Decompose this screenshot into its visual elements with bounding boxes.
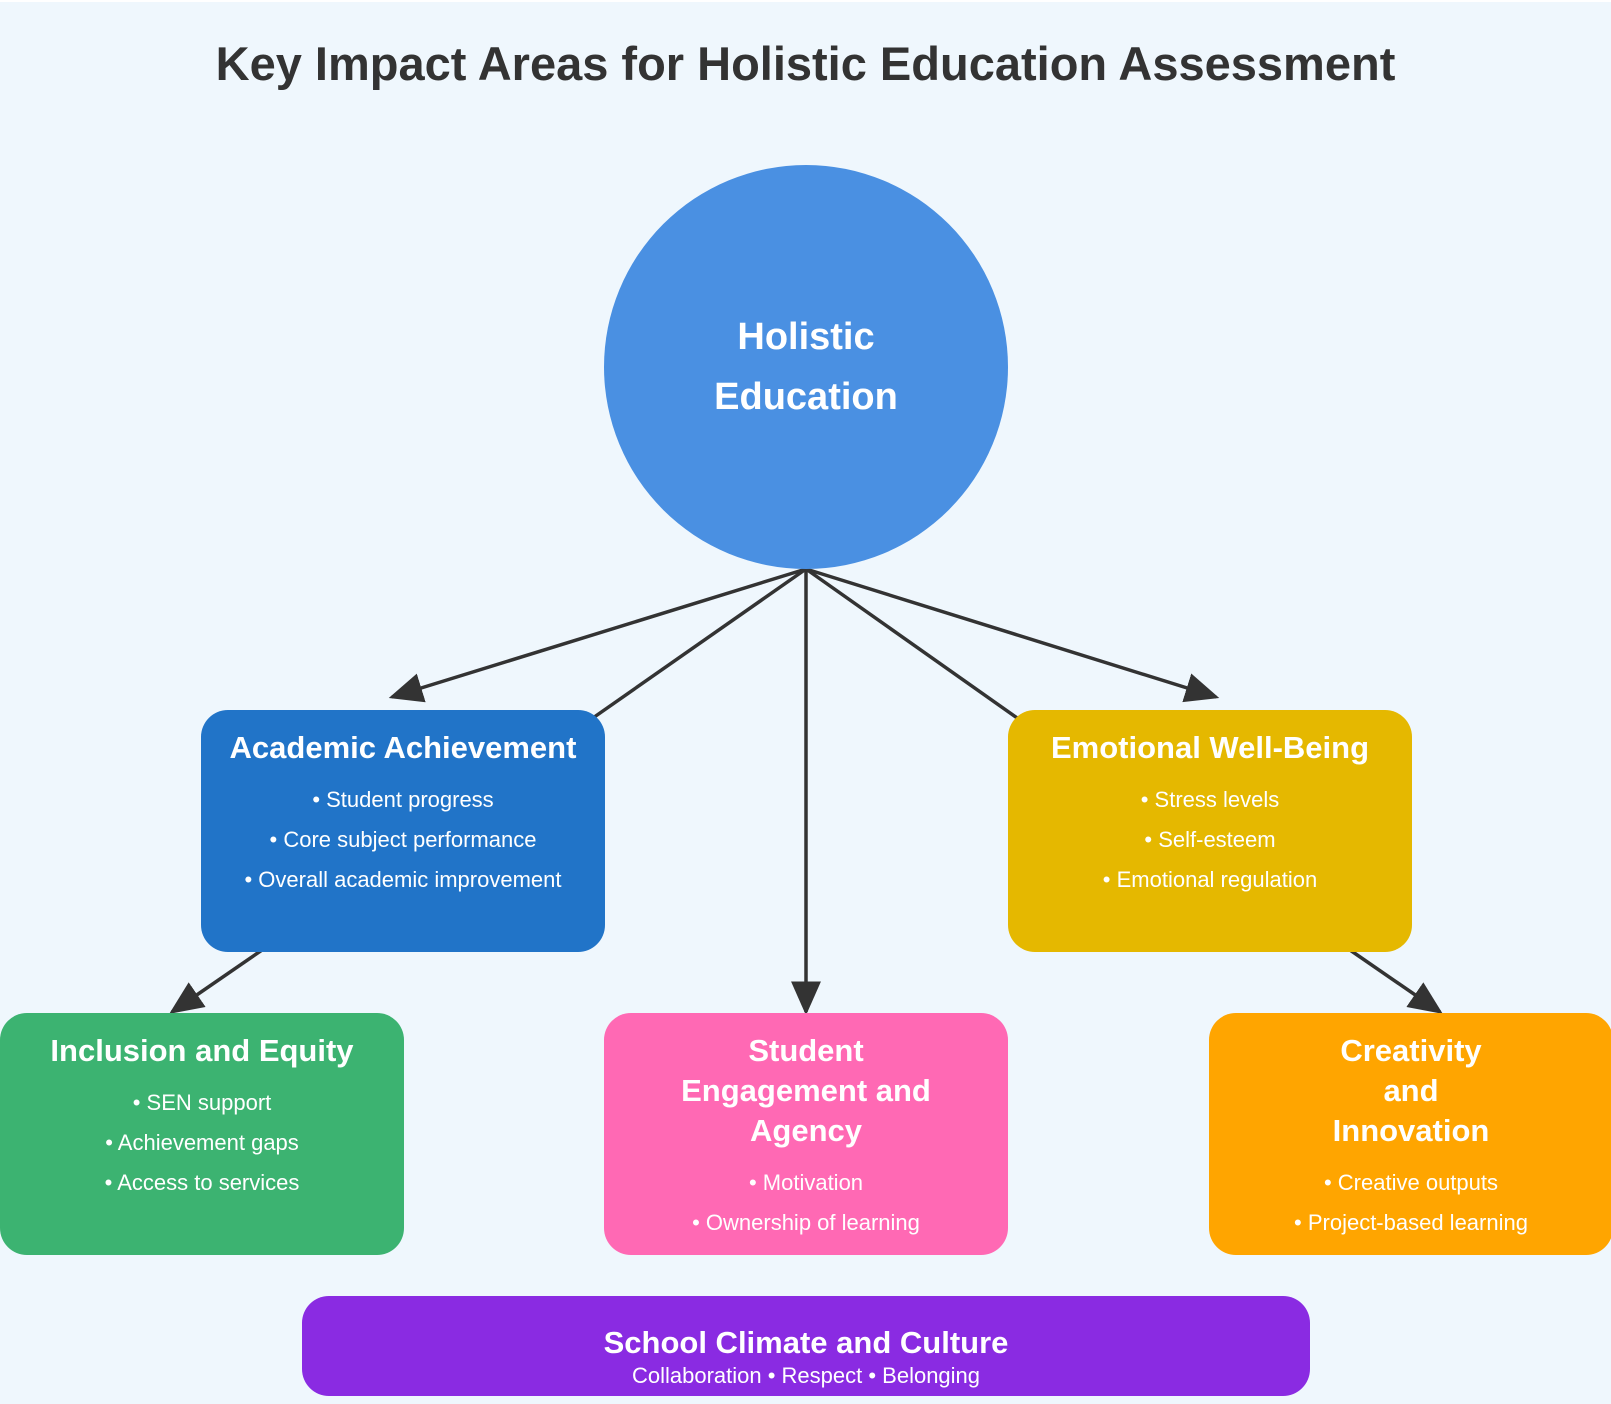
arrow-emotional-to-creativity bbox=[1349, 948, 1443, 1014]
area-item: • Emotional regulation bbox=[1102, 867, 1318, 892]
area-academic-achievement: Academic Achievement • Student progress … bbox=[201, 710, 605, 952]
area-item: • Core subject performance bbox=[269, 827, 537, 852]
school-climate-banner: School Climate and Culture Collaboration… bbox=[302, 1296, 1310, 1396]
area-creativity-and-innovation: Creativity and Innovation • Creative out… bbox=[1209, 1013, 1611, 1255]
diagram-canvas: Key Impact Areas for Holistic Education … bbox=[0, 0, 1611, 1404]
hub-circle: Holistic Education bbox=[604, 165, 1008, 569]
hub-label: Holistic Education bbox=[696, 307, 916, 427]
area-title: Student Engagement and Agency bbox=[681, 1033, 931, 1148]
area-emotional-well-being: Emotional Well-Being • Stress levels • S… bbox=[1008, 710, 1412, 952]
area-item: • Project-based learning bbox=[1294, 1210, 1528, 1235]
area-item: • Creative outputs bbox=[1323, 1170, 1498, 1195]
area-title: Creativity and Innovation bbox=[1332, 1033, 1490, 1148]
line-hub-to-creativity bbox=[804, 567, 1022, 722]
area-item: • Ownership of learning bbox=[692, 1210, 920, 1235]
area-item: • Achievement gaps bbox=[105, 1130, 299, 1155]
area-student-engagement: Student Engagement and Agency • Motivati… bbox=[604, 1013, 1008, 1255]
area-item-list: • SEN support • Achievement gaps • Acces… bbox=[0, 1083, 404, 1203]
area-item: • Access to services bbox=[104, 1170, 300, 1195]
area-item-list: • Motivation • Ownership of learning bbox=[604, 1163, 1008, 1243]
area-item: • Stress levels bbox=[1140, 787, 1280, 812]
area-item-list: • Student progress • Core subject perfor… bbox=[201, 780, 605, 900]
area-item: • Motivation bbox=[748, 1170, 864, 1195]
arrow-academic-to-inclusion bbox=[169, 948, 263, 1014]
climate-subtitle: Collaboration • Respect • Belonging bbox=[631, 1363, 981, 1388]
arrow-hub-to-academic bbox=[388, 567, 807, 703]
hub-label-line2: Education bbox=[714, 376, 898, 418]
area-title: Emotional Well-Being bbox=[1050, 730, 1370, 765]
climate-title: School Climate and Culture bbox=[603, 1325, 1009, 1360]
area-item: • Student progress bbox=[312, 787, 494, 812]
area-inclusion-and-equity: Inclusion and Equity • SEN support • Ach… bbox=[0, 1013, 404, 1255]
area-title: Academic Achievement bbox=[229, 730, 577, 765]
area-item-list: • Creative outputs • Project-based learn… bbox=[1209, 1163, 1611, 1243]
hub-label-line1: Holistic bbox=[737, 316, 875, 358]
arrow-hub-to-emotional bbox=[805, 567, 1220, 703]
area-title: Inclusion and Equity bbox=[50, 1033, 354, 1068]
line-hub-to-inclusion bbox=[588, 567, 808, 722]
area-item: • SEN support bbox=[132, 1090, 272, 1115]
area-item: • Self-esteem bbox=[1144, 827, 1276, 852]
area-item-list: • Stress levels • Self-esteem • Emotiona… bbox=[1008, 780, 1412, 900]
area-item: • Overall academic improvement bbox=[244, 867, 562, 892]
